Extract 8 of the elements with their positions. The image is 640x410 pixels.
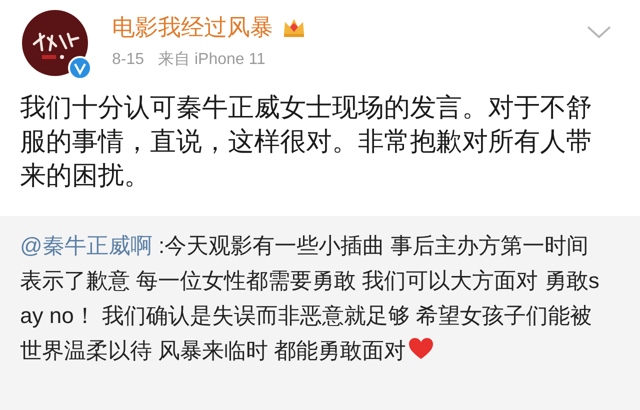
chevron-down-icon[interactable] (586, 24, 612, 40)
post-source: 来自 iPhone 11 (158, 50, 266, 70)
mention-link[interactable]: @秦牛正威啊 (20, 233, 152, 258)
author-name[interactable]: 电影我经过风暴 (112, 12, 273, 42)
heart-icon (408, 337, 434, 361)
quoted-text: @秦牛正威啊 :今天观影有一些小插曲 事后主办方第一时间表示了歉意 每一位女性都需要勇敢 我们可以大方面对 勇敢say no！ 我们确认是失误而非恶意就足够 希望女孩子们能被世界温柔以待 风暴来临时 都能勇敢面对 (20, 232, 600, 365)
post-date: 8-15 (112, 50, 144, 70)
post-text: 我们十分认可秦牛正威女士现场的发言。对于不舒服的事情，直说，这样很对。非常抱歉对所有人带来的困扰。 (19, 91, 593, 192)
